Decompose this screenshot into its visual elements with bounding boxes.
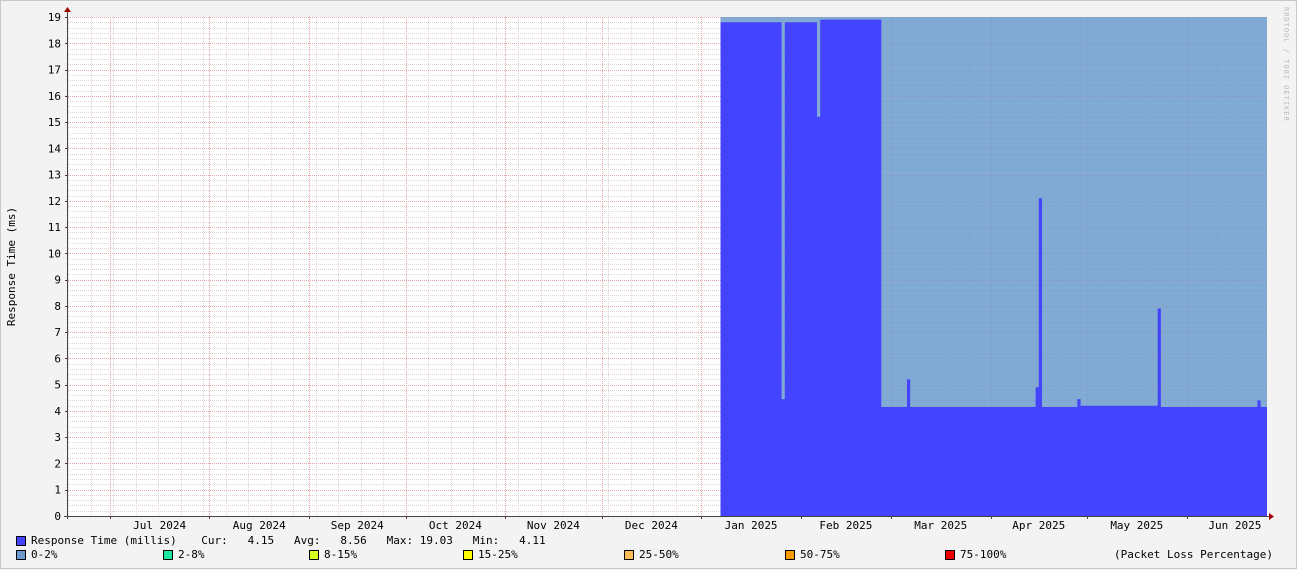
loss-label-0: 0-2% xyxy=(31,548,58,561)
x-tick-label: May 2025 xyxy=(1110,519,1163,532)
y-axis-arrow xyxy=(64,7,71,12)
loss-swatch-3 xyxy=(463,550,473,560)
rrdtool-watermark: RRDTOOL / TOBI OETIKER xyxy=(1282,7,1290,122)
x-tick-label: Jul 2024 xyxy=(133,519,186,532)
x-tick-label: Jun 2025 xyxy=(1208,519,1261,532)
loss-swatch-4 xyxy=(624,550,634,560)
y-tick-label: 4 xyxy=(54,405,61,418)
loss-swatch-6 xyxy=(945,550,955,560)
y-tick-label: 7 xyxy=(54,326,61,339)
y-tick-label: 2 xyxy=(54,457,61,470)
y-tick-label: 5 xyxy=(54,379,61,392)
loss-label-5: 50-75% xyxy=(800,548,840,561)
loss-label-4: 25-50% xyxy=(639,548,679,561)
packet-loss-note: (Packet Loss Percentage) xyxy=(1114,548,1273,561)
y-tick-label: 12 xyxy=(48,195,61,208)
x-tick-label: Dec 2024 xyxy=(625,519,678,532)
loss-label-1: 2-8% xyxy=(178,548,205,561)
x-tick-label: Apr 2025 xyxy=(1012,519,1065,532)
y-axis-title: Response Time (ms) xyxy=(5,207,18,326)
y-tick-label: 13 xyxy=(48,169,61,182)
loss-swatch-2 xyxy=(309,550,319,560)
y-tick-label: 6 xyxy=(54,352,61,365)
y-tick-label: 14 xyxy=(48,142,62,155)
y-tick-label: 3 xyxy=(54,431,61,444)
loss-label-2: 8-15% xyxy=(324,548,358,561)
x-tick-label: Aug 2024 xyxy=(233,519,286,532)
y-tick-label: 18 xyxy=(48,37,61,50)
x-tick-label: Jan 2025 xyxy=(725,519,778,532)
y-tick-label: 16 xyxy=(48,90,61,103)
y-tick-label: 15 xyxy=(48,116,61,129)
series-legend-label: Response Time (millis) xyxy=(31,534,177,547)
x-tick-label: Feb 2025 xyxy=(819,519,872,532)
loss-swatch-1 xyxy=(163,550,173,560)
graph-frame: 0 1 2 3 4 5 6 7 8 9 10 11 12 13 14 15 16 17 18 19 Jul 2024 Au… xyxy=(0,0,1297,569)
response-time-chart: 012345678910111213141516171819Jul 2024 Au… xyxy=(5,7,1274,532)
x-tick-label: Mar 2025 xyxy=(914,519,967,532)
x-axis-arrow xyxy=(1269,513,1274,520)
legend-loss-row: 0-2% 2-8% 8-15% 15-25% 25-50% 50-75% 75-… xyxy=(16,549,1286,562)
x-tick-label: Nov 2024 xyxy=(527,519,580,532)
loss-swatch-0 xyxy=(16,550,26,560)
x-tick-label: Oct 2024 xyxy=(429,519,482,532)
y-tick-label: 19 xyxy=(48,11,61,24)
loss-label-3: 15-25% xyxy=(478,548,518,561)
y-tick-label: 10 xyxy=(48,247,61,260)
loss-swatch-5 xyxy=(785,550,795,560)
y-tick-label: 17 xyxy=(48,64,61,77)
x-tick-label: Sep 2024 xyxy=(331,519,384,532)
y-tick-label: 0 xyxy=(54,510,61,523)
y-tick-label: 9 xyxy=(54,274,61,287)
loss-label-6: 75-100% xyxy=(960,548,1007,561)
series-swatch xyxy=(16,536,26,546)
legend-series-row: Response Time (millis) Cur: 4.15 Avg: 8.… xyxy=(16,535,1286,548)
series-stats: Cur: 4.15 Avg: 8.56 Max: 19.03 Min: 4.11 xyxy=(188,534,546,547)
y-tick-label: 8 xyxy=(54,300,61,313)
y-tick-label: 11 xyxy=(48,221,61,234)
y-tick-label: 1 xyxy=(54,484,61,497)
